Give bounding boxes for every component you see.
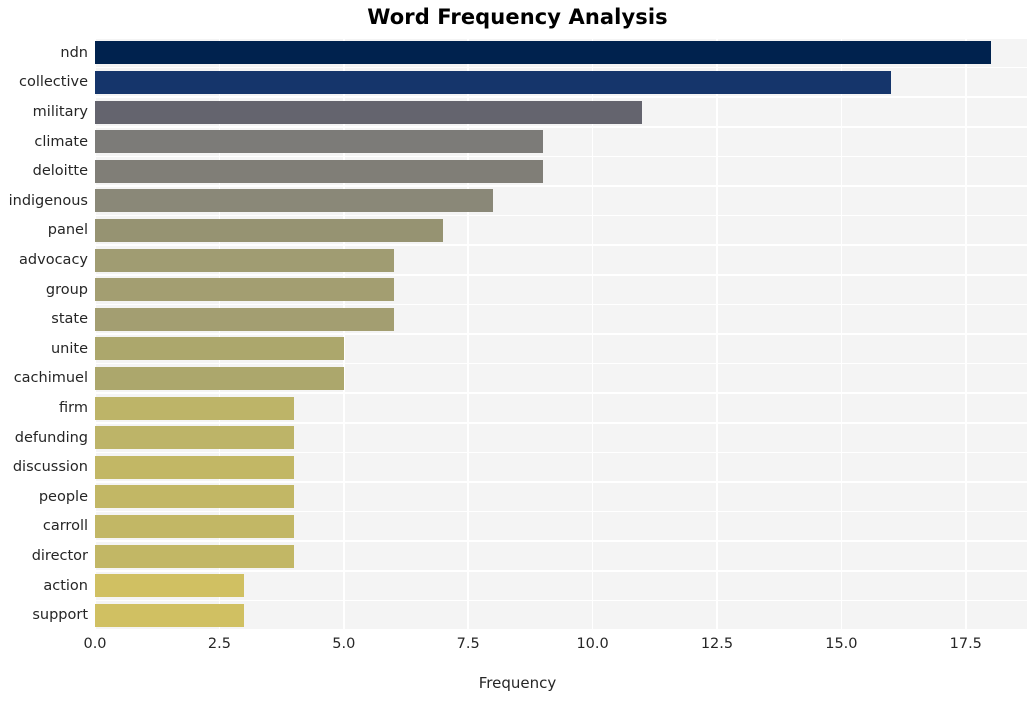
bar [95, 426, 295, 450]
gridline-horizontal [95, 38, 1027, 39]
x-axis-tick-label: 10.0 [576, 636, 609, 652]
y-axis-tick-label: cachimuel [13, 370, 88, 387]
gridline-horizontal [95, 570, 1027, 572]
bar [95, 70, 892, 94]
x-axis-tick-label: 12.5 [700, 636, 734, 652]
gridline-horizontal [95, 66, 1027, 69]
x-axis-tick-label: 15.0 [825, 636, 858, 652]
gridline-horizontal [95, 274, 1027, 276]
gridline-horizontal [95, 629, 1027, 630]
chart-title: Word Frequency Analysis [367, 5, 668, 29]
gridline-horizontal [95, 392, 1027, 394]
bar [95, 455, 295, 479]
bar [95, 307, 394, 331]
y-axis-tick-label: deloitte [32, 163, 88, 180]
gridline-horizontal [95, 540, 1027, 542]
y-axis-tick-label: group [45, 281, 88, 298]
bar [95, 189, 494, 213]
gridline-horizontal [95, 185, 1027, 187]
gridline-horizontal [95, 214, 1027, 217]
bar [95, 337, 344, 361]
x-axis-tick-label: 5.0 [332, 636, 356, 652]
gridline-horizontal [95, 333, 1027, 335]
bar [95, 544, 295, 568]
x-axis-tick-label: 2.5 [207, 636, 231, 652]
bar [95, 603, 245, 627]
y-axis-tick-label: ndn [60, 44, 88, 61]
bar [95, 159, 543, 183]
y-axis-tick-label: support [32, 607, 88, 624]
y-axis-tick-label: defunding [14, 429, 88, 446]
y-axis-tick-label: advocacy [19, 252, 88, 268]
x-axis-title: Frequency [478, 674, 557, 692]
chart-figure: Word Frequency Analysis ndn collective mil… [0, 0, 1035, 701]
bar [95, 574, 245, 598]
y-axis-tick-label: collective [18, 74, 88, 91]
x-axis-tick-label: 7.5 [456, 636, 480, 652]
bar [95, 100, 643, 124]
y-axis-tick-label: director [31, 548, 88, 564]
y-axis-tick-label: panel [47, 222, 88, 239]
y-axis-tick-label: climate [34, 133, 88, 150]
gridline-horizontal [95, 451, 1027, 454]
gridline-horizontal [95, 481, 1027, 483]
bar [95, 396, 295, 420]
x-axis-tick-label: 17.5 [949, 636, 982, 652]
plot-area [95, 38, 1027, 630]
y-axis-tick-label: unite [50, 340, 88, 357]
gridline-horizontal [95, 422, 1027, 424]
y-axis-tick-label: people [38, 488, 88, 505]
gridline-horizontal [95, 303, 1027, 306]
x-axis-tick-label: 0.0 [83, 636, 107, 652]
gridline-horizontal [95, 126, 1027, 128]
y-axis-labels: ndn collective military climate deloitte indi… [0, 38, 88, 630]
bar [95, 248, 394, 272]
y-axis-tick-label: firm [59, 400, 88, 416]
y-axis-tick-label: state [51, 311, 88, 328]
bar [95, 130, 543, 154]
gridline-horizontal [95, 510, 1027, 513]
x-axis-tick-labels: 0.0 2.5 5.0 7.5 10.0 12.5 15.0 17.5 [0, 636, 1035, 662]
y-axis-tick-label: action [43, 577, 88, 594]
bar [95, 278, 394, 302]
bar [95, 41, 991, 65]
bar [95, 366, 344, 390]
y-axis-tick-label: military [32, 104, 88, 120]
bar [95, 514, 295, 538]
bar [95, 218, 444, 242]
gridline-horizontal [95, 96, 1027, 98]
gridline-horizontal [95, 362, 1027, 365]
y-axis-tick-label: discussion [12, 459, 88, 476]
gridline-horizontal [95, 155, 1027, 158]
y-axis-tick-label: indigenous [8, 192, 88, 209]
bar [95, 485, 295, 509]
y-axis-tick-label: carroll [42, 518, 88, 535]
gridline-horizontal [95, 244, 1027, 246]
gridline-horizontal [95, 599, 1027, 602]
